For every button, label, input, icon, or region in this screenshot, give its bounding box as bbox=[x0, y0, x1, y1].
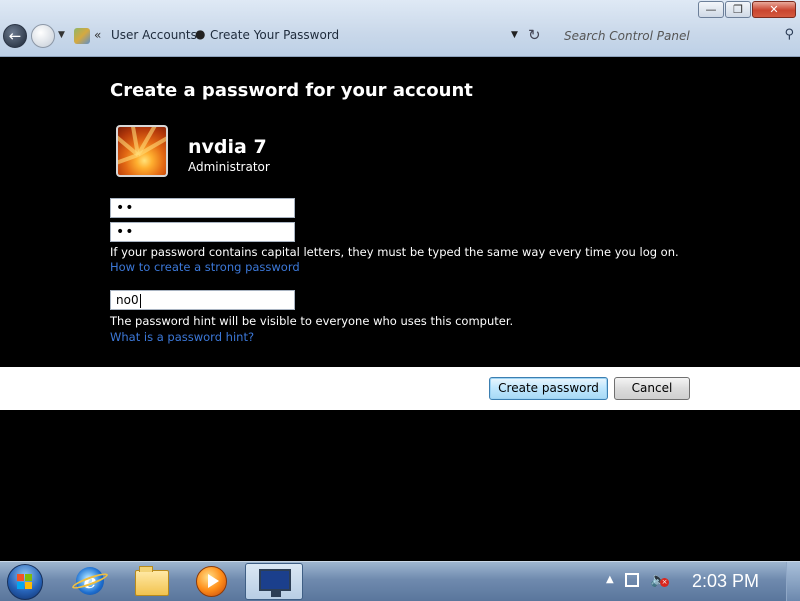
hint-visibility-note: The password hint will be visible to eve… bbox=[110, 314, 514, 328]
capital-letters-note: If your password contains capital letter… bbox=[110, 245, 679, 259]
window-controls: — ❐ ✕ bbox=[697, 1, 796, 18]
user-role: Administrator bbox=[188, 160, 270, 174]
page-title: Create a password for your account bbox=[110, 80, 473, 101]
taskbar-control-panel[interactable] bbox=[245, 563, 303, 600]
window-titlebar: — ❐ ✕ ← ▼ « User Accounts ● Create Your … bbox=[0, 0, 800, 57]
taskbar-media-player[interactable] bbox=[183, 563, 241, 600]
show-desktop-button[interactable] bbox=[786, 562, 800, 601]
password-hint-field[interactable]: no0 bbox=[110, 290, 295, 310]
breadcrumb-create-password[interactable]: Create Your Password bbox=[210, 28, 339, 42]
show-hidden-icons-icon[interactable]: ▲ bbox=[606, 574, 614, 585]
search-input[interactable] bbox=[564, 26, 769, 46]
clock[interactable]: 2:03 PM bbox=[692, 571, 759, 592]
breadcrumb-overflow-icon[interactable]: « bbox=[94, 28, 101, 42]
address-dropdown-icon[interactable]: ▼ bbox=[511, 30, 518, 40]
minimize-button[interactable]: — bbox=[698, 1, 724, 18]
taskbar-internet-explorer[interactable]: e bbox=[60, 563, 118, 600]
network-icon[interactable] bbox=[625, 573, 639, 587]
cancel-button[interactable]: Cancel bbox=[614, 377, 690, 400]
password-hint-value: no0 bbox=[116, 293, 139, 307]
search-icon[interactable]: ⚲ bbox=[784, 27, 794, 42]
breadcrumb-user-accounts[interactable]: User Accounts bbox=[111, 28, 197, 42]
taskbar: e ▲ 🔈 × 2:03 PM bbox=[0, 561, 800, 601]
system-tray: ▲ 🔈 × 2:03 PM bbox=[600, 562, 800, 601]
refresh-icon[interactable]: ↻ bbox=[528, 26, 541, 44]
strong-password-link[interactable]: How to create a strong password bbox=[110, 260, 300, 274]
control-panel-icon bbox=[74, 28, 90, 44]
forward-button[interactable] bbox=[31, 24, 55, 48]
back-button[interactable]: ← bbox=[3, 24, 27, 48]
mute-badge-icon: × bbox=[660, 578, 669, 587]
new-password-field[interactable]: •• bbox=[110, 198, 295, 218]
control-panel-window-icon bbox=[259, 569, 291, 597]
action-bar: Create password Cancel bbox=[0, 367, 800, 410]
password-hint-help-link[interactable]: What is a password hint? bbox=[110, 330, 254, 344]
create-password-button[interactable]: Create password bbox=[489, 377, 608, 400]
confirm-password-field[interactable]: •• bbox=[110, 222, 295, 242]
folder-icon bbox=[135, 566, 169, 596]
text-caret bbox=[139, 293, 141, 308]
user-name: nvdia 7 bbox=[188, 136, 267, 158]
maximize-button[interactable]: ❐ bbox=[725, 1, 751, 18]
navigation-bar: ← ▼ « User Accounts ● Create Your Passwo… bbox=[0, 22, 800, 50]
breadcrumb-separator-icon[interactable]: ● bbox=[195, 27, 205, 41]
recent-pages-dropdown-icon[interactable]: ▼ bbox=[58, 30, 65, 40]
taskbar-windows-explorer[interactable] bbox=[121, 563, 179, 600]
media-player-icon bbox=[196, 566, 227, 597]
user-avatar bbox=[116, 125, 168, 177]
windows-logo-icon bbox=[17, 574, 33, 590]
close-button[interactable]: ✕ bbox=[752, 1, 796, 18]
start-button[interactable] bbox=[7, 564, 43, 600]
search-box[interactable]: ⚲ bbox=[559, 26, 796, 46]
